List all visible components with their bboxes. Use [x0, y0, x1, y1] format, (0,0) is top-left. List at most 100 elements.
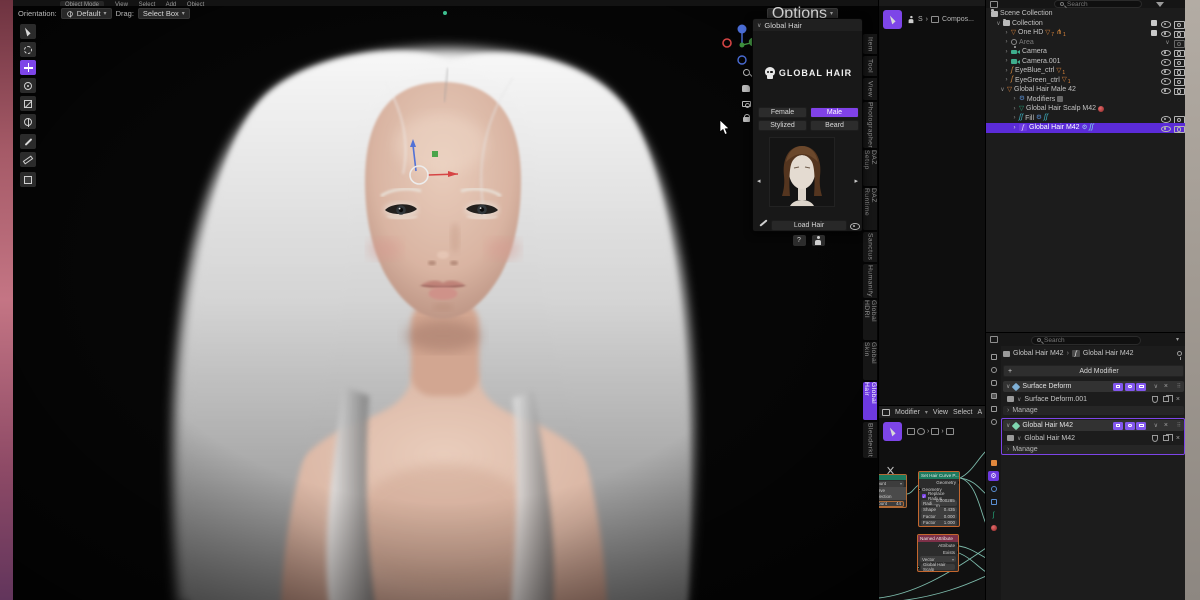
factor-min-field[interactable]: Factor0.000: [921, 513, 957, 519]
load-hair-button[interactable]: Load Hair: [771, 220, 847, 231]
tool-move[interactable]: [20, 60, 36, 75]
expand-icon[interactable]: ›: [1004, 77, 1009, 83]
filter-icon[interactable]: [1156, 2, 1164, 7]
exclude-checkbox[interactable]: [1151, 20, 1157, 26]
drag-dropdown[interactable]: Select Box ▾: [138, 8, 190, 19]
outliner-row-fill[interactable]: › ʃʃ Fill ⚙ ʃʃ: [986, 114, 1185, 124]
shield-icon[interactable]: [1152, 435, 1158, 442]
expand-icon[interactable]: ›: [1012, 125, 1017, 131]
beard-button[interactable]: Beard: [810, 120, 859, 131]
expand-icon[interactable]: ›: [1004, 58, 1009, 64]
orientation-dropdown[interactable]: Default ▾: [61, 8, 112, 19]
close-icon[interactable]: ×: [1176, 396, 1180, 403]
tab-object[interactable]: [988, 458, 999, 468]
resample-count-field[interactable]: Count44: [878, 501, 904, 507]
female-button[interactable]: Female: [758, 107, 807, 118]
camera-visibility-icon[interactable]: [1174, 76, 1183, 84]
camera-visibility-icon[interactable]: [1174, 124, 1183, 132]
replace-radius-row[interactable]: ✓Replace Radius: [919, 493, 959, 500]
set-hair-curve-node[interactable]: Set Hair Curve P... Geometry Geometry ✓R…: [918, 471, 960, 527]
outliner-row-camera-001[interactable]: › Camera.001: [986, 57, 1185, 67]
outliner-editor-icon[interactable]: [990, 1, 998, 8]
camera-visibility-icon[interactable]: [1174, 57, 1183, 65]
socket-out[interactable]: [957, 551, 960, 554]
tab-material[interactable]: [988, 523, 999, 533]
modifier-global-hair-manage[interactable]: › Manage: [1003, 445, 1184, 454]
extras-dropdown-icon[interactable]: ∨: [1154, 383, 1158, 390]
outliner-row-collection[interactable]: ∨ Collection: [986, 19, 1185, 29]
shield-icon[interactable]: [1152, 396, 1158, 403]
tab-scene[interactable]: [988, 404, 999, 414]
edit-mode-toggle[interactable]: [1113, 422, 1123, 430]
tab-view-layer[interactable]: [988, 391, 999, 401]
expand-icon[interactable]: ›: [1004, 30, 1009, 36]
named-attribute-node[interactable]: Named Attribute Attribute Exists Vector▾…: [917, 534, 959, 572]
render-toggle[interactable]: [1136, 422, 1146, 430]
resample-input-selection[interactable]: Selection: [878, 494, 906, 501]
eye-icon[interactable]: [1161, 76, 1170, 84]
tool-transform[interactable]: [20, 114, 36, 129]
outliner-row-global-hair-scalp[interactable]: › ▽ Global Hair Scalp M42: [986, 104, 1185, 114]
socket-in[interactable]: [918, 488, 921, 491]
zoom-view-icon[interactable]: [739, 66, 753, 78]
outliner-row-modifiers[interactable]: › ⚙ Modifiers: [986, 95, 1185, 105]
properties-search[interactable]: Search: [1031, 336, 1141, 345]
outliner-search[interactable]: Search: [1054, 0, 1142, 8]
eye-icon[interactable]: [850, 221, 859, 229]
collapse-icon[interactable]: ∨: [1006, 383, 1010, 390]
camera-visibility-icon[interactable]: [1174, 38, 1183, 46]
modifier-global-hair-target[interactable]: ∨ Global Hair M42 ×: [1003, 433, 1184, 443]
sidebar-tab-tool[interactable]: Tool: [863, 56, 877, 76]
expand-icon[interactable]: ›: [1004, 68, 1009, 74]
resample-curve-node[interactable]: Count▾ Curve Selection Count44: [878, 474, 907, 508]
eye-icon[interactable]: [1161, 29, 1170, 37]
close-icon[interactable]: ×: [1164, 422, 1168, 429]
properties-breadcrumb[interactable]: Global Hair M42 › ʃ Global Hair M42: [1003, 350, 1184, 357]
tab-constraints[interactable]: [988, 497, 999, 507]
modifier-surface-deform-manage[interactable]: › Manage: [1003, 406, 1184, 415]
camera-visibility-icon[interactable]: [1174, 86, 1183, 94]
chevron-down-icon[interactable]: ▾: [1176, 336, 1179, 343]
outliner-row-global-hair-m42[interactable]: › ʃ Global Hair M42 ⚙ ʃʃ: [986, 123, 1185, 133]
realtime-toggle[interactable]: [1125, 383, 1135, 391]
outliner-row-scene-collection[interactable]: Scene Collection: [986, 9, 1185, 19]
tool-cursor[interactable]: [20, 42, 36, 57]
outliner-row-global-hair-male-42[interactable]: ∨ ▽ Global Hair Male 42: [986, 85, 1185, 95]
stylized-button[interactable]: Stylized: [758, 120, 807, 131]
pin-icon[interactable]: [1177, 351, 1182, 356]
tab-render[interactable]: [988, 365, 999, 375]
translate-gizmo[interactable]: [388, 131, 458, 191]
eye-icon[interactable]: [1161, 114, 1170, 122]
tool-rotate[interactable]: [20, 78, 36, 93]
tab-physics[interactable]: [988, 484, 999, 494]
eye-icon[interactable]: [1161, 67, 1170, 75]
sidebar-tab-global-hair[interactable]: Global Hair: [863, 382, 877, 420]
socket-out[interactable]: [958, 481, 961, 484]
sidebar-tab-item[interactable]: Item: [863, 34, 877, 54]
modifier-global-hair-header[interactable]: ∨ Global Hair M42 ∨ × ⠿: [1003, 420, 1184, 431]
character-button[interactable]: [812, 235, 825, 246]
compositor-select-tool[interactable]: [883, 10, 902, 29]
attribute-name-field[interactable]: Global Hair Scalp: [921, 564, 955, 570]
tool-measure[interactable]: [20, 152, 36, 167]
tab-modifiers[interactable]: ⚙: [988, 471, 999, 481]
compositor-breadcrumb[interactable]: S › Compos...: [907, 15, 974, 24]
outliner-row-camera[interactable]: › Camera: [986, 47, 1185, 57]
add-modifier-button[interactable]: + Add Modifier: [1003, 365, 1184, 377]
help-button[interactable]: ?: [793, 235, 806, 246]
sidebar-tab-sanctus[interactable]: Sanctus: [863, 232, 877, 262]
global-hair-panel-header[interactable]: ∨ Global Hair: [753, 19, 862, 31]
expand-icon[interactable]: ›: [1004, 39, 1009, 45]
drag-handle-icon[interactable]: ⠿: [1177, 422, 1180, 429]
expand-icon[interactable]: ∨: [996, 20, 1001, 27]
tool-scale[interactable]: [20, 96, 36, 111]
tool-select-box[interactable]: [20, 24, 36, 39]
tool-add-cube[interactable]: [20, 172, 36, 187]
close-icon[interactable]: ×: [1164, 383, 1168, 390]
tab-object-data[interactable]: ʃ: [988, 510, 999, 520]
sidebar-tab-view[interactable]: View: [863, 78, 877, 100]
outliner-row-eyeblue-ctrl[interactable]: › ʃ EyeBlue_ctrl ▽1: [986, 66, 1185, 76]
sidebar-tab-photographer[interactable]: Photographer: [863, 102, 877, 148]
copy-icon[interactable]: [1163, 396, 1169, 402]
eye-icon[interactable]: [1161, 19, 1170, 27]
